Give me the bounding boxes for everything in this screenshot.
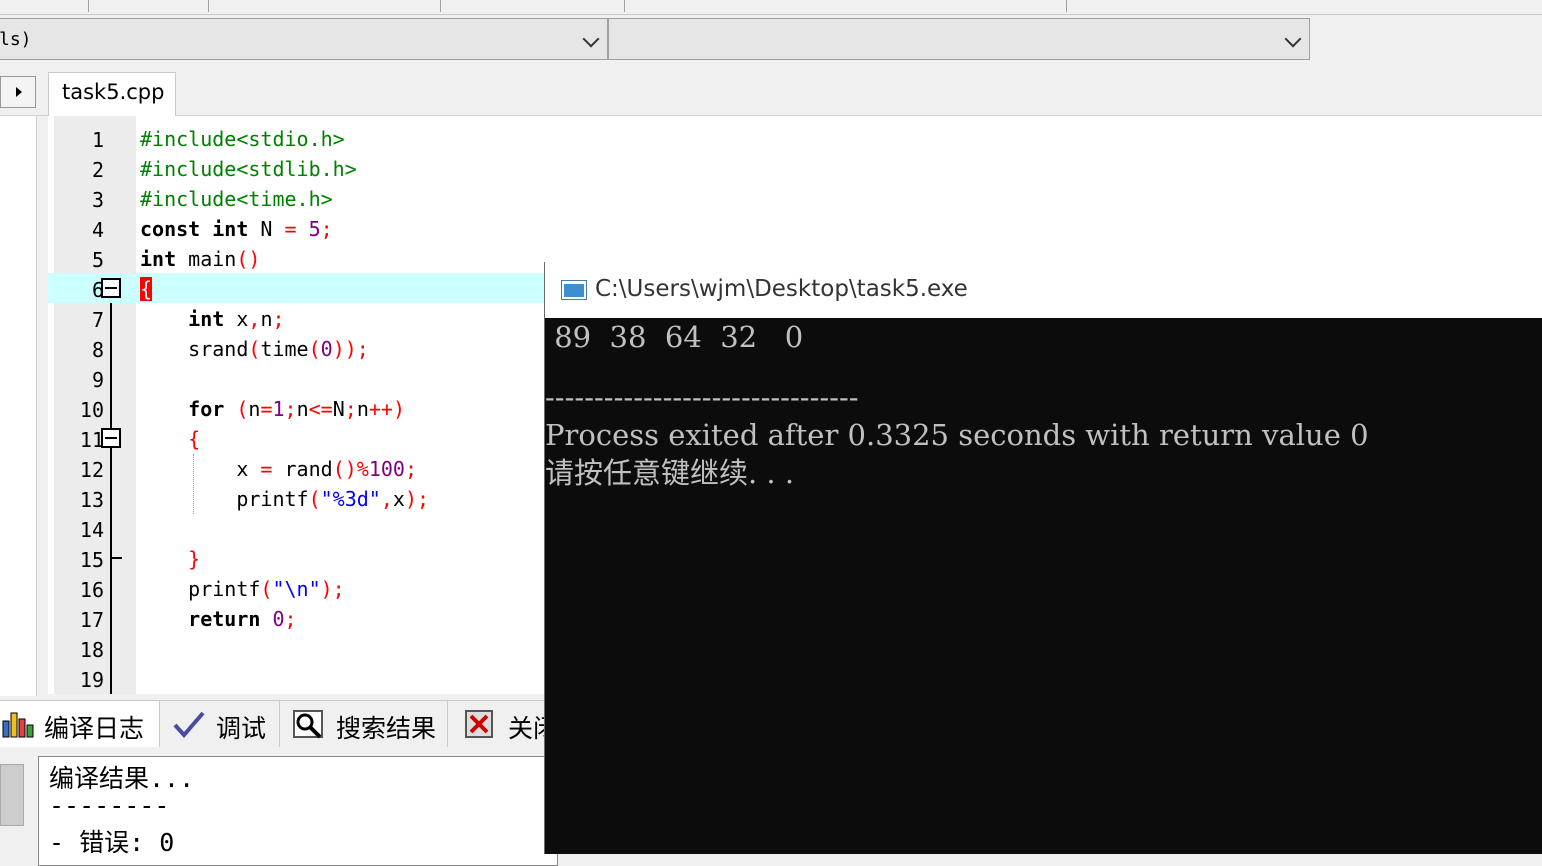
line-number: 8 [91,338,104,362]
tab-close[interactable]: 关闭 [452,701,558,747]
tab-label: task5.cpp [62,80,165,104]
line-number: 11 [79,428,104,452]
toolbar-separator [88,0,89,12]
toolbar-separator [208,0,209,12]
code-line: 1 #include<stdio.h> [48,123,1542,153]
line-number: 19 [79,668,104,692]
console-window[interactable]: C:\Users\wjm\Desktop\task5.exe 89 38 64 … [544,262,1542,854]
console-exit-message: Process exited after 0.3325 seconds with… [545,418,1369,452]
console-title: C:\Users\wjm\Desktop\task5.exe [595,276,968,302]
console-app-icon [561,280,587,300]
tab-compile-log-label: 编译日志 [44,714,145,743]
line-number: 17 [79,608,104,632]
compile-log-output[interactable]: 编译结果... -------- - 错误: 0 [38,756,558,866]
code-text: return 0; [188,607,297,631]
line-number: 9 [91,368,104,392]
project-panel-toggle-button[interactable] [0,76,36,108]
code-text: int x,n; [188,307,285,331]
code-line: 3 #include<time.h> [48,183,1542,213]
chevron-down-icon[interactable] [1284,30,1302,48]
console-press-key: 请按任意键继续. . . [545,456,795,490]
chart-icon [2,712,34,738]
code-text: x = rand()%100; [140,457,417,481]
line-number: 6 [91,278,104,302]
close-icon [465,710,493,738]
line-number: 2 [91,158,104,182]
line-number: 14 [79,518,104,542]
toolbar-separator [440,0,441,12]
toolbar-separator [1066,0,1067,12]
line-number: 16 [79,578,104,602]
line-number: 5 [91,248,104,272]
tab-compile-log[interactable]: 编译日志 [0,701,160,747]
line-number: 13 [79,488,104,512]
code-text: { [140,277,153,301]
line-number: 12 [79,458,104,482]
code-line: 2 #include<stdlib.h> [48,153,1542,183]
member-combo[interactable] [608,18,1310,60]
code-text: for (n=1;n<=N;n++) [188,397,405,421]
code-text: } [188,547,201,571]
console-title-bar[interactable]: C:\Users\wjm\Desktop\task5.exe [545,262,1542,318]
line-number: 4 [91,218,104,242]
line-number: 3 [91,188,104,212]
search-icon [293,710,323,739]
code-text: { [188,427,201,451]
check-icon [173,711,205,739]
bottom-panel-tabs: 编译日志 调试 搜索结果 关闭 [0,700,558,747]
tab-debug[interactable]: 调试 [164,701,280,747]
code-text: srand(time(0)); [140,337,369,361]
code-text: #include<time.h> [140,187,333,211]
code-text: printf("%3d",x); [140,487,430,511]
tab-search-results[interactable]: 搜索结果 [284,701,448,747]
line-number: 1 [91,128,104,152]
log-line: 编译结果... [49,764,195,793]
triangle-right-icon [16,87,22,97]
tab-search-results-label: 搜索结果 [336,714,437,743]
line-number: 7 [91,308,104,332]
line-number: 15 [79,548,104,572]
code-text: int main() [140,247,261,271]
toolbar-separator [624,0,625,12]
chevron-down-icon[interactable] [582,30,600,48]
log-scrollbar[interactable] [0,764,24,826]
fold-collapse-icon[interactable] [101,428,121,448]
editor-tab-strip: task5.cpp [0,70,1542,116]
tab-task5-cpp[interactable]: task5.cpp [48,72,176,116]
line-number: 10 [79,398,104,422]
code-text: #include<stdio.h> [140,127,345,151]
class-combo[interactable]: ls) [0,18,608,60]
log-line: -------- [49,791,170,820]
tab-debug-label: 调试 [216,714,267,743]
code-line: 4 const int N = 5; [48,213,1542,243]
line-number: 18 [79,638,104,662]
code-text: #include<stdlib.h> [140,157,357,181]
toolbar [0,0,1542,15]
project-panel [0,116,37,696]
code-text: printf("\n"); [140,577,345,601]
fold-collapse-icon[interactable] [101,278,121,298]
compile-log-panel: 编译结果... -------- - 错误: 0 [0,748,558,866]
code-text: const int N = 5; [140,217,333,241]
console-separator: -------------------------------- [545,380,859,414]
console-output-line: 89 38 64 32 0 [545,320,804,354]
class-combo-value: ls) [0,29,32,50]
